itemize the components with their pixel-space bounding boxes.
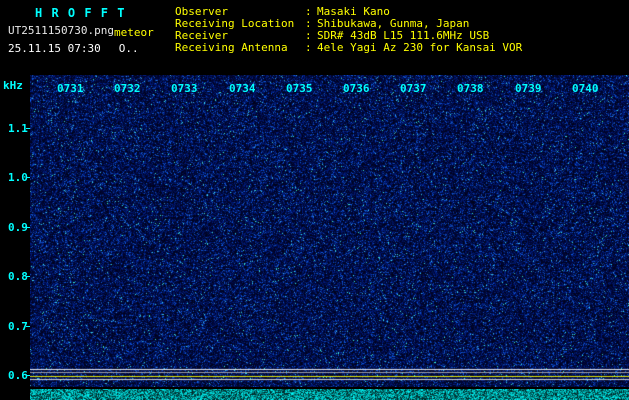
station-info: Observer: Masaki Kano Receiving Location:… [175, 6, 522, 54]
x-tick-label: 0736 [343, 82, 370, 95]
datetime-line: 25.11.15 07:30 O.. [8, 42, 139, 55]
x-tick-label: 0731 [57, 82, 84, 95]
y-axis-unit: kHz [3, 79, 23, 92]
x-tick-label: 0734 [229, 82, 256, 95]
counter: O.. [118, 42, 139, 55]
y-tick-mark [26, 227, 30, 228]
info-row-antenna: Receiving Antenna:4ele Yagi Az 230 for K… [175, 42, 522, 54]
hrofft-spectrogram-screen: H R O F F T UT2511150730.pngmeteor 25.11… [0, 0, 629, 400]
y-tick-mark [26, 177, 30, 178]
x-tick-label: 0740 [572, 82, 599, 95]
x-tick-label: 0737 [400, 82, 427, 95]
datetime: 25.11.15 07:30 [8, 42, 101, 55]
x-tick-label: 0735 [286, 82, 313, 95]
info-separator: : [305, 41, 312, 54]
filename: UT2511150730.png [8, 24, 114, 37]
info-value: 4ele Yagi Az 230 for Kansai VOR [317, 41, 523, 54]
app-title: H R O F F T [35, 6, 126, 20]
y-tick-mark [26, 128, 30, 129]
x-tick-label: 0738 [457, 82, 484, 95]
x-tick-label: 0739 [515, 82, 542, 95]
y-tick-mark [26, 276, 30, 277]
x-tick-label: 0733 [171, 82, 198, 95]
y-tick-label: 0.8 [8, 270, 28, 283]
info-label: Receiving Antenna [175, 41, 288, 54]
observation-label: meteor [113, 26, 154, 39]
y-tick-label: 1.1 [8, 122, 28, 135]
spectrogram-canvas [30, 75, 629, 387]
filename-line: UT2511150730.pngmeteor [8, 24, 154, 39]
y-tick-label: 0.6 [8, 369, 28, 382]
y-tick-mark [26, 326, 30, 327]
signal-strength-strip-canvas [30, 389, 629, 400]
y-tick-label: 0.7 [8, 320, 28, 333]
y-tick-mark [26, 375, 30, 376]
x-tick-label: 0732 [114, 82, 141, 95]
y-tick-label: 1.0 [8, 171, 28, 184]
y-tick-label: 0.9 [8, 221, 28, 234]
